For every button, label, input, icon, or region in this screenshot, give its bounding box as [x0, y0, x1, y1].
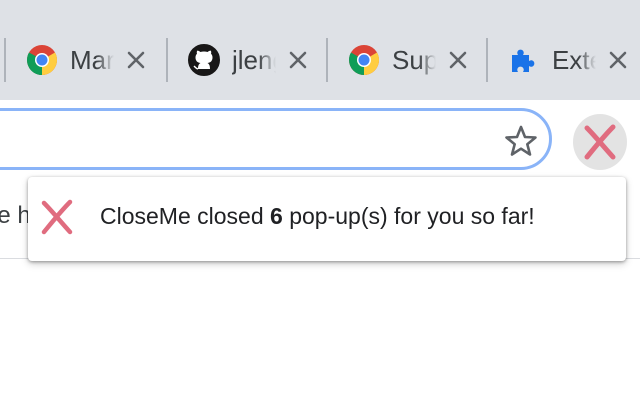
tab-strip: Mar jleng	[0, 0, 640, 100]
close-icon[interactable]	[446, 48, 470, 72]
chrome-icon	[26, 45, 58, 75]
bookmark-star-icon[interactable]	[504, 124, 538, 158]
tab-separator	[486, 38, 488, 82]
tab-separator	[166, 38, 168, 82]
tab-label: jleng	[232, 44, 276, 75]
close-icon[interactable]	[286, 48, 310, 72]
puzzle-icon	[512, 49, 535, 72]
browser-window: Mar jleng	[0, 0, 640, 400]
close-icon[interactable]	[606, 48, 630, 72]
tab-separator	[4, 38, 6, 82]
tab-separator	[326, 38, 328, 82]
tab-label: Mar	[70, 44, 114, 75]
address-bar[interactable]	[0, 108, 552, 170]
closeme-extension-button[interactable]	[573, 114, 627, 170]
popup-text-before: CloseMe closed	[100, 203, 271, 229]
tab-label: Sup	[392, 44, 436, 75]
close-icon[interactable]	[124, 48, 148, 72]
chrome-icon	[349, 45, 380, 75]
closeme-x-icon	[584, 124, 616, 160]
address-input[interactable]	[13, 123, 417, 157]
popup-closed-count: 6	[270, 203, 283, 229]
tab-mar[interactable]: Mar	[26, 30, 148, 90]
tab-label: Exte	[552, 44, 596, 75]
popup-message: CloseMe closed 6 pop-up(s) for you so fa…	[100, 203, 535, 230]
closeme-x-icon	[41, 199, 73, 235]
tab-extensions[interactable]: Exte	[508, 30, 630, 90]
github-icon	[188, 44, 220, 76]
tab-sup[interactable]: Sup	[348, 30, 470, 90]
toolbar	[0, 100, 640, 180]
closeme-popup: CloseMe closed 6 pop-up(s) for you so fa…	[28, 177, 626, 261]
bookmark-text: le h	[0, 202, 31, 229]
popup-text-after: pop-up(s) for you so far!	[282, 203, 535, 229]
tab-jleng[interactable]: jleng	[188, 30, 310, 90]
